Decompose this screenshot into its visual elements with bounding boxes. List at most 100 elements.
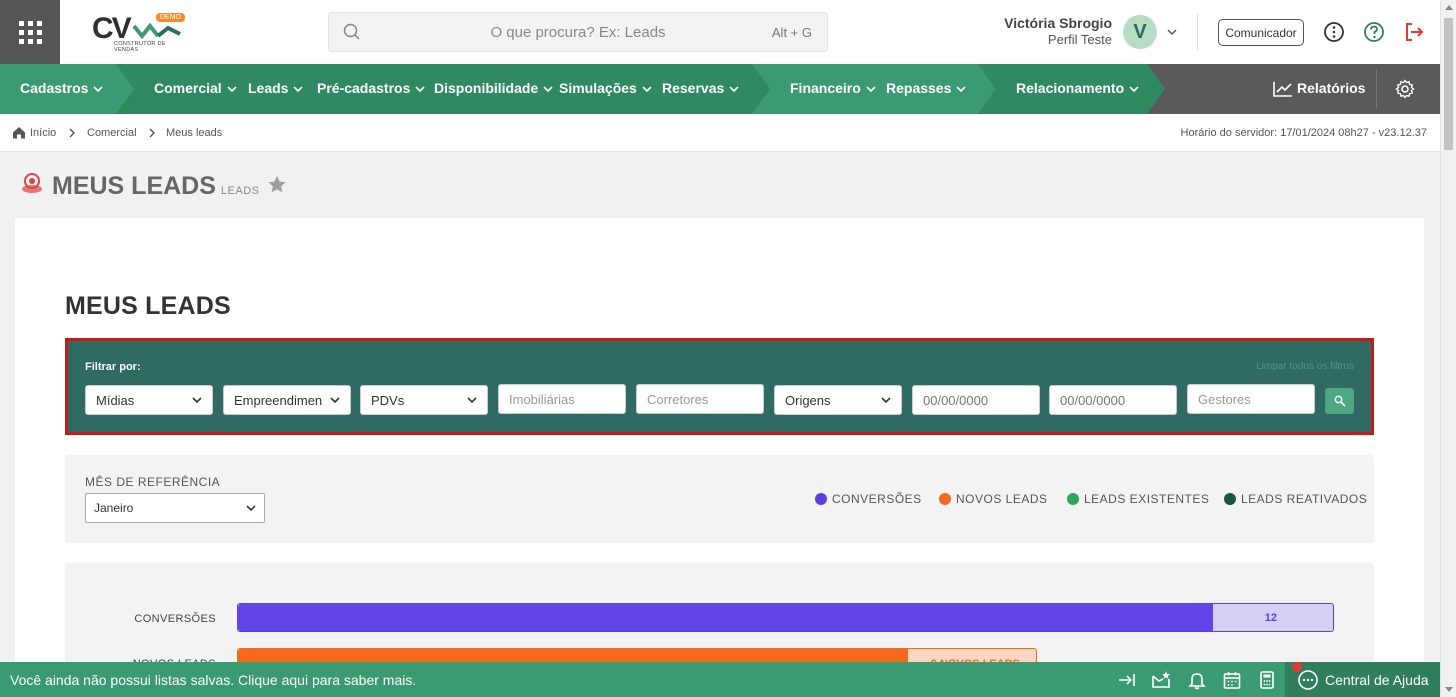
nav-cadastros[interactable]: Cadastros	[20, 64, 104, 114]
scroll-up-arrow[interactable]	[1445, 5, 1453, 10]
divider	[1376, 70, 1377, 108]
legend-label: NOVOS LEADS	[956, 492, 1048, 506]
nav-repasses[interactable]: Repasses	[886, 64, 966, 114]
nav-label: Simulações	[559, 80, 637, 96]
grid-icon	[18, 20, 42, 44]
global-search[interactable]: Alt + G	[328, 12, 828, 52]
legend-leads-existentes: LEADS EXISTENTES	[1067, 492, 1209, 506]
midias-select[interactable]: Mídias	[85, 385, 213, 415]
select-value: Empreendimen	[234, 392, 323, 408]
bell-icon[interactable]	[1187, 670, 1207, 690]
collapse-right-icon[interactable]	[1117, 670, 1137, 690]
favorite-star-icon[interactable]	[267, 175, 287, 194]
more-options-icon[interactable]	[1323, 21, 1345, 43]
breadcrumb-home[interactable]: Início	[30, 127, 56, 139]
nav-label: Repasses	[886, 80, 952, 96]
nav-relatorios[interactable]: Relatórios	[1273, 64, 1365, 114]
input-placeholder: 00/00/0000	[923, 392, 989, 408]
scroll-down-arrow[interactable]	[1445, 687, 1453, 692]
pdvs-select[interactable]: PDVs	[360, 385, 488, 415]
nav-leads[interactable]: Leads	[248, 64, 304, 114]
logo-subtitle: CONSTRUTOR DE VENDAS	[114, 41, 166, 53]
logout-icon[interactable]	[1403, 21, 1425, 43]
chevron-right-icon	[149, 128, 155, 138]
chevron-down-icon	[881, 397, 891, 404]
filter-search-button[interactable]	[1325, 388, 1354, 414]
user-info[interactable]: Victória Sbrogio Perfil Teste	[980, 15, 1112, 47]
chevron-down-icon	[543, 86, 553, 93]
bar-value-conversoes: 12	[1264, 612, 1277, 624]
section-heading: MEUS LEADS	[65, 292, 231, 320]
search-shortcut: Alt + G	[771, 25, 812, 40]
nav-pre-cadastros[interactable]: Pré-cadastros	[317, 64, 425, 114]
reference-month-select[interactable]: Janeiro	[85, 493, 265, 523]
search-icon	[343, 23, 360, 40]
filter-label: Filtrar por:	[85, 361, 141, 373]
corretores-input[interactable]: Corretores	[636, 384, 764, 414]
notification-dot	[1292, 662, 1302, 672]
page-scrollbar[interactable]	[1440, 0, 1456, 697]
main-nav: Cadastros Comercial Leads Pré-cadastros …	[0, 64, 1440, 114]
chevron-down-icon	[330, 397, 340, 404]
chevron-down-icon	[293, 86, 304, 93]
nav-comercial[interactable]: Comercial	[154, 64, 237, 114]
help-icon[interactable]	[1363, 21, 1385, 43]
chevron-down-icon	[956, 86, 966, 93]
mail-star-icon[interactable]	[1151, 670, 1171, 690]
nav-simulacoes[interactable]: Simulações	[559, 64, 652, 114]
input-placeholder: Imobiliárias	[509, 391, 575, 407]
scrollbar-thumb[interactable]	[1444, 18, 1453, 150]
start-date-input[interactable]: 00/00/0000	[912, 385, 1040, 415]
apps-menu-button[interactable]	[0, 0, 60, 64]
page-title: MEUS LEADS LEADS	[20, 172, 287, 201]
nav-label: Relacionamento	[1016, 80, 1125, 96]
breadcrumb-comercial[interactable]: Comercial	[87, 127, 137, 139]
nav-label: Disponibilidade	[434, 80, 539, 96]
imobiliarias-input[interactable]: Imobiliárias	[498, 384, 626, 414]
chevron-down-icon	[415, 86, 425, 93]
calendar-icon[interactable]	[1222, 670, 1242, 690]
server-time: Horário do servidor: 17/01/2024 08h27 - …	[1180, 127, 1427, 139]
reference-panel: MÊS DE REFERÊNCIA Janeiro CONVERSÕES NOV…	[65, 455, 1374, 543]
bar-track-conversoes: 12	[237, 603, 1334, 632]
avatar[interactable]: V	[1123, 15, 1157, 49]
origens-select[interactable]: Origens	[774, 385, 902, 415]
comunicador-button[interactable]: Comunicador	[1218, 19, 1304, 46]
legend-label: LEADS REATIVADOS	[1241, 492, 1368, 506]
nav-financeiro[interactable]: Financeiro	[790, 64, 876, 114]
breadcrumb-current: Meus leads	[166, 127, 223, 139]
end-date-input[interactable]: 00/00/0000	[1049, 385, 1177, 415]
help-center-button[interactable]: Central de Ajuda	[1285, 662, 1440, 697]
logo[interactable]: CV DEMO CONSTRUTOR DE VENDAS	[92, 10, 192, 54]
input-placeholder: 00/00/0000	[1060, 392, 1126, 408]
empreendimentos-select[interactable]: Empreendimen	[223, 385, 351, 415]
select-value: Mídias	[96, 392, 135, 408]
select-value: PDVs	[371, 392, 405, 408]
legend-dot	[815, 493, 827, 505]
chevron-right-icon	[69, 128, 75, 138]
chevron-down-icon	[1129, 86, 1139, 93]
legend-label: CONVERSÕES	[832, 492, 922, 506]
calculator-icon[interactable]	[1257, 670, 1277, 690]
select-value: Janeiro	[94, 501, 134, 515]
clear-filters-link[interactable]: Limpar todos os filtros	[1256, 361, 1354, 372]
page-subtitle: LEADS	[220, 185, 260, 197]
nav-disponibilidade[interactable]: Disponibilidade	[434, 64, 553, 114]
breadcrumb: Início Comercial Meus leads Horário do s…	[0, 114, 1440, 152]
legend-novos-leads: NOVOS LEADS	[939, 492, 1048, 506]
home-icon[interactable]	[12, 126, 26, 139]
chevron-down-icon	[642, 86, 652, 93]
bar-conversoes	[238, 604, 1213, 631]
search-input[interactable]	[329, 13, 827, 51]
gear-icon[interactable]	[1395, 79, 1415, 99]
gestores-input[interactable]: Gestores	[1187, 384, 1315, 414]
chevron-down-icon	[866, 86, 876, 93]
legend-dot	[939, 493, 951, 505]
user-role: Perfil Teste	[1047, 32, 1112, 47]
saved-lists-message[interactable]: Você ainda não possui listas salvas. Cli…	[10, 672, 416, 688]
legend-conversoes: CONVERSÕES	[815, 492, 922, 506]
chevron-down-icon[interactable]	[1166, 26, 1178, 38]
nav-reservas[interactable]: Reservas	[662, 64, 739, 114]
nav-relacionamento[interactable]: Relacionamento	[1016, 64, 1139, 114]
chevron-down-icon	[192, 397, 202, 404]
